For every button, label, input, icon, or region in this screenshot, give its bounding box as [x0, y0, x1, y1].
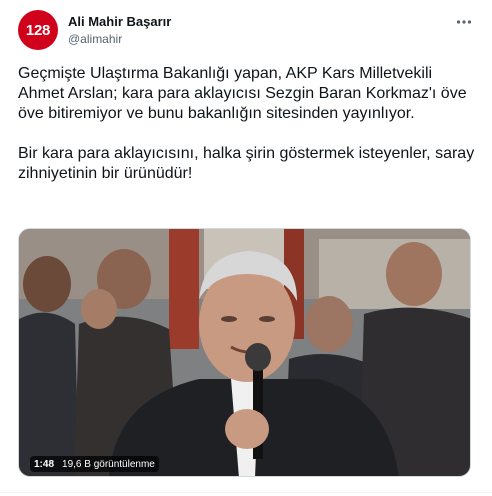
more-options-button[interactable] — [452, 10, 476, 34]
avatar-label: 128 — [25, 21, 51, 39]
video-duration: 1:48 — [34, 458, 55, 470]
avatar[interactable]: 128 — [18, 10, 58, 50]
more-horizontal-icon — [456, 20, 472, 24]
author-name[interactable]: Ali Mahir Başarır — [68, 14, 171, 29]
author-handle[interactable]: @alimahir — [68, 32, 122, 46]
video-player[interactable] — [18, 228, 471, 477]
divider — [0, 492, 492, 493]
video-info-badge: 1:48 19,6 B görüntülenme — [30, 456, 159, 472]
tweet-paragraph: Bir kara para aklayıcısını, halka şirin … — [18, 145, 475, 182]
tweet-text: Geçmişte Ulaştırma Bakanlığı yapan, AKP … — [18, 64, 478, 184]
video-views: 19,6 B görüntülenme — [62, 458, 155, 470]
video-frame — [19, 229, 470, 476]
tweet-card: 128 Ali Mahir Başarır @alimahir Geçmişte… — [0, 0, 492, 496]
tweet-paragraph: Geçmişte Ulaştırma Bakanlığı yapan, AKP … — [18, 65, 467, 122]
